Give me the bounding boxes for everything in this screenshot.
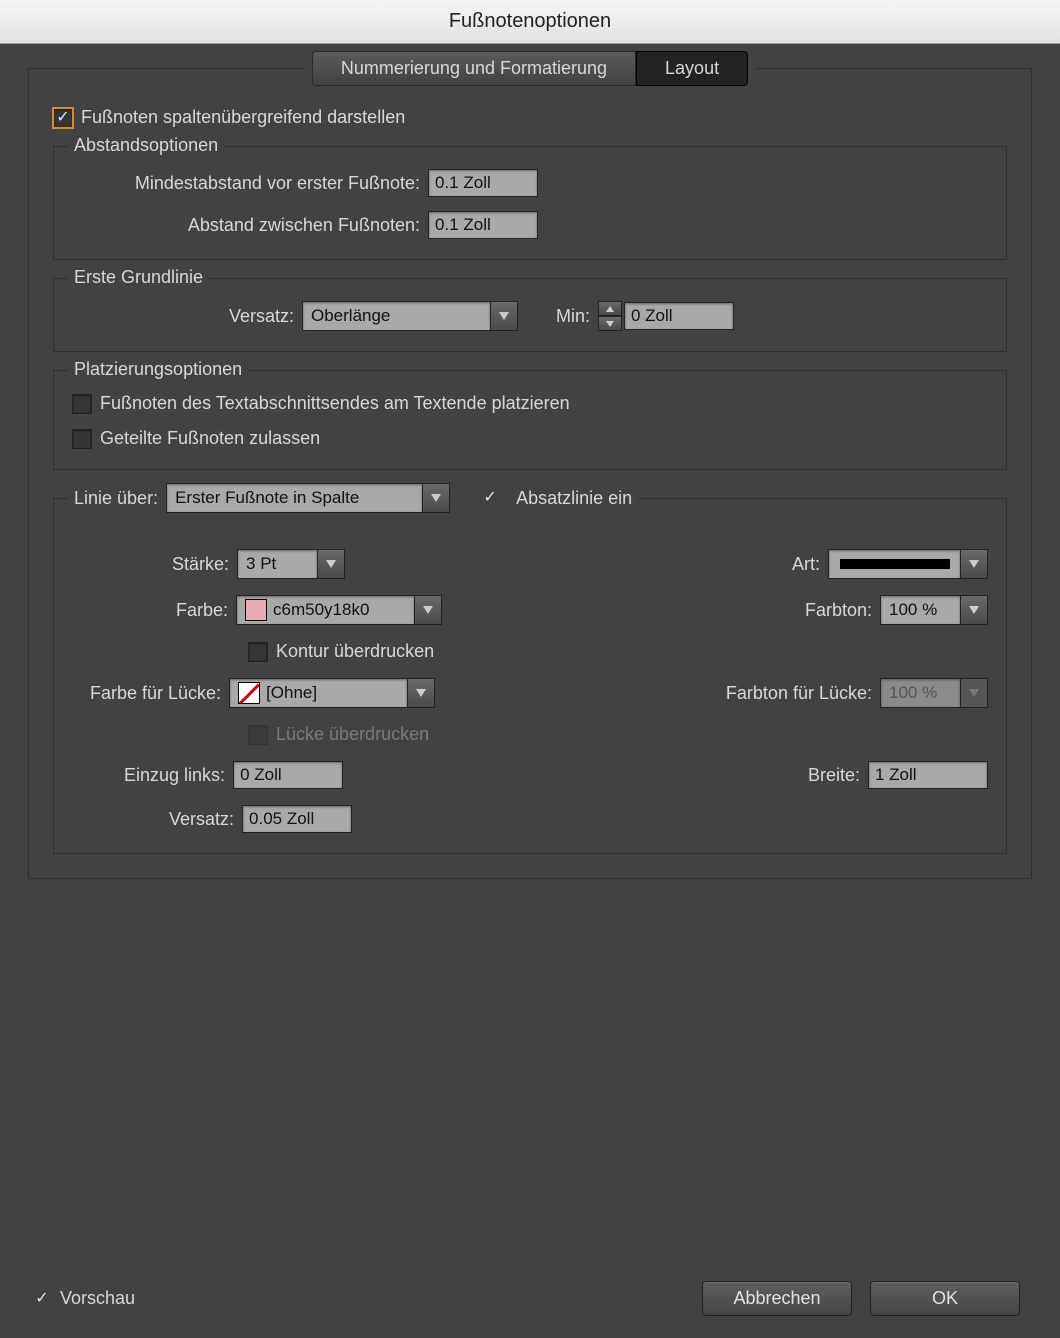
rule-offset-label: Versatz: [169, 809, 234, 830]
tab-layout[interactable]: Layout [636, 51, 748, 86]
tab-bar: Nummerierung und Formatierung Layout [304, 51, 756, 86]
chevron-down-icon [317, 549, 345, 579]
first-baseline-group: Erste Grundlinie Versatz: Oberlänge Min: [53, 278, 1007, 352]
preview-checkbox[interactable] [32, 1289, 52, 1309]
baseline-offset-dropdown[interactable]: Oberlänge [302, 301, 518, 331]
overprint-gap-label: Lücke überdrucken [276, 724, 429, 745]
rule-offset-input[interactable] [242, 805, 352, 833]
tint-dropdown[interactable]: 100 % [880, 595, 988, 625]
baseline-offset-value: Oberlänge [302, 301, 490, 331]
chevron-down-icon [598, 316, 622, 331]
color-value: c6m50y18k0 [273, 600, 369, 620]
preview-label: Vorschau [60, 1288, 135, 1309]
overprint-stroke-checkbox[interactable] [248, 642, 268, 662]
ok-button[interactable]: OK [870, 1281, 1020, 1316]
rule-above-label: Linie über: [74, 488, 158, 509]
overprint-stroke-label: Kontur überdrucken [276, 641, 434, 662]
chevron-up-icon [598, 301, 622, 316]
gap-tint-label: Farbton für Lücke: [726, 683, 872, 704]
end-of-story-label: Fußnoten des Textabschnittsendes am Text… [100, 393, 570, 414]
span-columns-checkbox[interactable] [53, 108, 73, 128]
left-indent-label: Einzug links: [124, 765, 225, 786]
gap-tint-value: 100 % [880, 678, 960, 708]
between-label: Abstand zwischen Fußnoten: [72, 215, 428, 236]
spacing-legend: Abstandsoptionen [68, 135, 224, 156]
gap-color-dropdown[interactable]: [Ohne] [229, 678, 435, 708]
split-footnotes-label: Geteilte Fußnoten zulassen [100, 428, 320, 449]
span-columns-label: Fußnoten spaltenübergreifend darstellen [81, 107, 405, 128]
rule-above-dropdown[interactable]: Erster Fußnote in Spalte [166, 483, 450, 513]
rule-on-checkbox[interactable] [480, 488, 500, 508]
baseline-legend: Erste Grundlinie [68, 267, 209, 288]
min-before-input[interactable] [428, 169, 538, 197]
chevron-down-icon [414, 595, 442, 625]
rule-on-label: Absatzlinie ein [516, 488, 632, 509]
color-swatch [245, 599, 267, 621]
color-dropdown[interactable]: c6m50y18k0 [236, 595, 442, 625]
between-input[interactable] [428, 211, 538, 239]
overprint-gap-checkbox [248, 725, 268, 745]
placement-options-group: Platzierungsoptionen Fußnoten des Textab… [53, 370, 1007, 470]
split-footnotes-checkbox[interactable] [72, 429, 92, 449]
dialog-main-group: Nummerierung und Formatierung Layout Fuß… [28, 68, 1032, 879]
type-dropdown[interactable] [828, 549, 988, 579]
placement-legend: Platzierungsoptionen [68, 359, 248, 380]
rule-above-group: Linie über: Erster Fußnote in Spalte Abs… [53, 498, 1007, 854]
none-swatch-icon [238, 682, 260, 704]
type-label: Art: [792, 554, 820, 575]
color-label: Farbe: [176, 600, 228, 621]
baseline-min-spinner[interactable] [598, 301, 622, 331]
width-input[interactable] [868, 761, 988, 789]
rule-above-value: Erster Fußnote in Spalte [166, 483, 422, 513]
chevron-down-icon [960, 678, 988, 708]
baseline-min-label: Min: [518, 306, 598, 327]
dialog-titlebar: Fußnotenoptionen [0, 0, 1060, 44]
dialog-title: Fußnotenoptionen [449, 10, 611, 33]
min-before-label: Mindestabstand vor erster Fußnote: [72, 173, 428, 194]
end-of-story-checkbox[interactable] [72, 394, 92, 414]
stroke-preview [840, 559, 950, 569]
width-label: Breite: [808, 765, 860, 786]
tab-numbering[interactable]: Nummerierung und Formatierung [312, 51, 636, 86]
chevron-down-icon [407, 678, 435, 708]
chevron-down-icon [490, 301, 518, 331]
weight-label: Stärke: [172, 554, 229, 575]
cancel-button[interactable]: Abbrechen [702, 1281, 852, 1316]
tint-value: 100 % [880, 595, 960, 625]
weight-value: 3 Pt [237, 549, 317, 579]
chevron-down-icon [960, 595, 988, 625]
spacing-options-group: Abstandsoptionen Mindestabstand vor erst… [53, 146, 1007, 260]
weight-dropdown[interactable]: 3 Pt [237, 549, 345, 579]
chevron-down-icon [422, 483, 450, 513]
chevron-down-icon [960, 549, 988, 579]
left-indent-input[interactable] [233, 761, 343, 789]
gap-color-value: [Ohne] [266, 683, 317, 703]
tint-label: Farbton: [805, 600, 872, 621]
baseline-min-input[interactable] [624, 302, 734, 330]
baseline-offset-label: Versatz: [72, 306, 302, 327]
gap-color-label: Farbe für Lücke: [90, 683, 221, 704]
gap-tint-dropdown: 100 % [880, 678, 988, 708]
